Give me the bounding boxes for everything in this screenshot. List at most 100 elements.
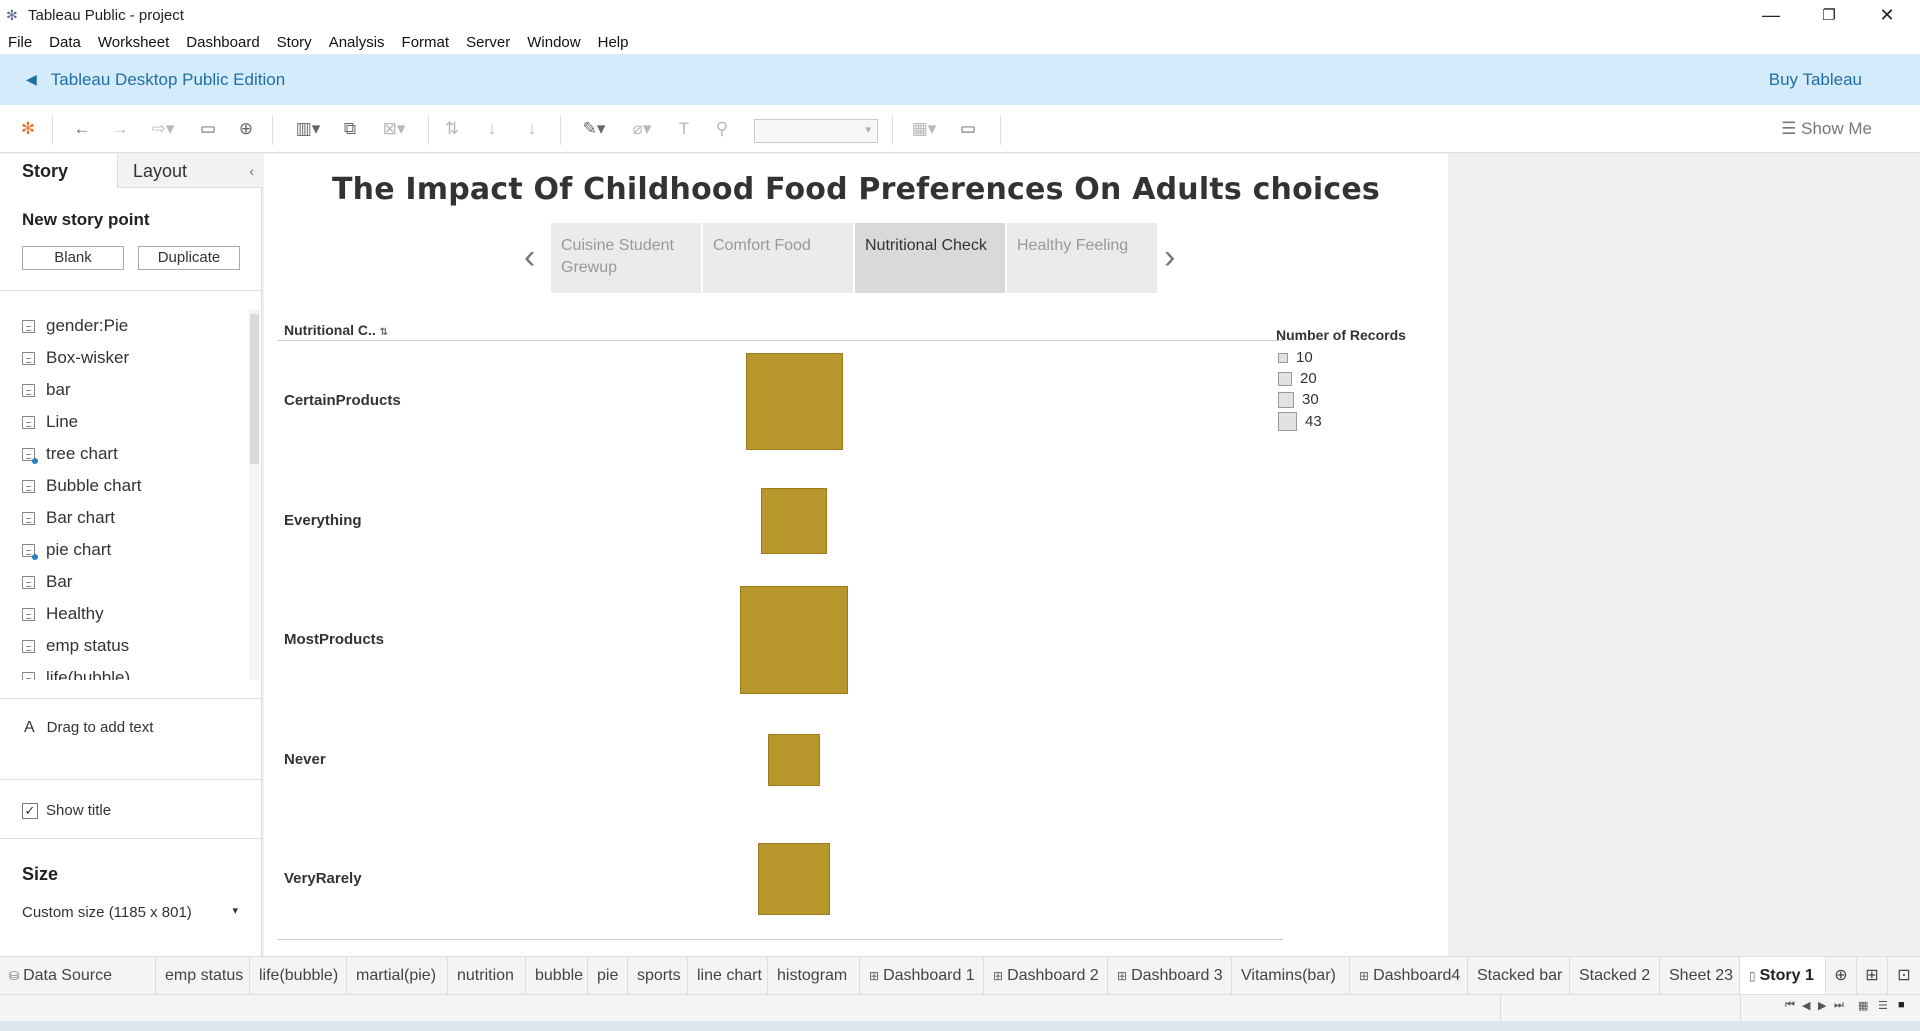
size-square-mark[interactable] xyxy=(740,586,848,694)
new-worksheet-icon[interactable]: ▥▾ xyxy=(288,117,328,141)
card-toggle-icon[interactable]: ▦▾ xyxy=(906,117,942,141)
minimize-button[interactable]: — xyxy=(1742,0,1800,30)
previous-point-icon[interactable]: ‹ xyxy=(524,240,535,274)
fit-combo[interactable] xyxy=(754,119,878,143)
menu-analysis[interactable]: Analysis xyxy=(329,34,385,51)
replay-icon[interactable]: ⇨▾ xyxy=(146,117,180,141)
new-dashboard-tab-icon[interactable]: ⊞ xyxy=(1857,957,1888,995)
next-point-icon[interactable]: › xyxy=(1164,240,1175,274)
show-me-button[interactable]: ☰ Show Me xyxy=(1781,117,1872,141)
size-square-mark[interactable] xyxy=(758,843,830,915)
last-sheet-icon[interactable]: ⏭ xyxy=(1834,999,1844,1012)
buy-tableau-link[interactable]: Buy Tableau xyxy=(1769,70,1862,90)
menu-dashboard[interactable]: Dashboard xyxy=(186,34,259,51)
sheet-tab[interactable]: Sheet 23 xyxy=(1660,957,1740,995)
sort-ascending-icon[interactable]: ↓ xyxy=(480,117,504,141)
size-square-mark[interactable] xyxy=(761,487,827,554)
labels-icon[interactable]: T xyxy=(672,117,696,141)
list-item[interactable]: Bar chart xyxy=(0,502,248,534)
group-icon[interactable]: ⌀▾ xyxy=(624,117,660,141)
tab-story[interactable]: Story xyxy=(0,154,117,188)
sheet-tab[interactable]: emp status xyxy=(156,957,250,995)
clear-sheet-icon[interactable]: ⊠▾ xyxy=(376,117,412,141)
dashboard-tab[interactable]: ⊞ Dashboard 2 xyxy=(984,957,1108,995)
presentation-mode-icon[interactable]: ▭ xyxy=(956,117,980,141)
sheet-tab[interactable]: sports xyxy=(628,957,688,995)
new-worksheet-tab-icon[interactable]: ⊕ xyxy=(1826,957,1857,995)
tableau-start-icon[interactable]: ✻ xyxy=(18,117,38,141)
list-item[interactable]: Line xyxy=(0,406,248,438)
legend-item[interactable]: 20 xyxy=(1278,370,1317,387)
dashboard-tab[interactable]: ⊞ Dashboard4 xyxy=(1350,957,1468,995)
undo-icon[interactable]: ← xyxy=(70,117,94,141)
size-square-mark[interactable] xyxy=(768,733,820,786)
sheet-tab[interactable]: Vitamins(bar) xyxy=(1232,957,1350,995)
save-icon[interactable]: ▭ xyxy=(196,117,220,141)
tabs-view-icon[interactable]: ■ xyxy=(1898,999,1905,1011)
story-point-2[interactable]: Comfort Food xyxy=(703,223,853,293)
list-item[interactable]: Healthy xyxy=(0,598,248,630)
size-select[interactable]: Custom size (1185 x 801) ▾ xyxy=(22,904,238,921)
sheet-tab[interactable]: pie xyxy=(588,957,628,995)
redo-icon[interactable]: → xyxy=(108,117,132,141)
swap-icon[interactable]: ⇅ xyxy=(440,117,464,141)
list-item[interactable]: Box-wisker xyxy=(0,342,248,374)
dashboard-tab[interactable]: ⊞ Dashboard 1 xyxy=(860,957,984,995)
close-button[interactable]: ✕ xyxy=(1858,0,1916,30)
story-tab[interactable]: ▯ Story 1 xyxy=(1740,957,1826,995)
drag-text-item[interactable]: A Drag to add text xyxy=(24,719,153,737)
list-item[interactable]: gender:Pie xyxy=(0,310,248,342)
sheet-tab[interactable]: martial(pie) xyxy=(347,957,448,995)
list-item[interactable]: tree chart xyxy=(0,438,248,470)
sheet-sorter-icon[interactable]: ▦ xyxy=(1858,999,1868,1012)
list-item[interactable]: emp status xyxy=(0,630,248,662)
pin-icon[interactable]: ⚲ xyxy=(710,117,734,141)
story-point-3[interactable]: Nutritional Check xyxy=(855,223,1005,293)
duplicate-sheet-icon[interactable]: ⧉ xyxy=(338,117,362,141)
menu-story[interactable]: Story xyxy=(277,34,312,51)
highlight-icon[interactable]: ✎▾ xyxy=(576,117,612,141)
legend-item[interactable]: 10 xyxy=(1278,349,1313,366)
sheet-tab[interactable]: line chart xyxy=(688,957,768,995)
sheet-tab[interactable]: histogram xyxy=(768,957,860,995)
menu-data[interactable]: Data xyxy=(49,34,81,51)
list-item[interactable]: bar xyxy=(0,374,248,406)
sheet-tab[interactable]: nutrition xyxy=(448,957,526,995)
menu-file[interactable]: File xyxy=(8,34,32,51)
dashboard-tab[interactable]: ⊞ Dashboard 3 xyxy=(1108,957,1232,995)
story-point-4[interactable]: Healthy Feeling xyxy=(1007,223,1157,293)
sheet-tab[interactable]: life(bubble) xyxy=(250,957,347,995)
collapse-chevron-icon[interactable]: ‹ xyxy=(249,154,254,188)
list-item[interactable]: Bubble chart xyxy=(0,470,248,502)
menu-help[interactable]: Help xyxy=(598,34,629,51)
sort-descending-icon[interactable]: ↓ xyxy=(520,117,544,141)
filmstrip-icon[interactable]: ☰ xyxy=(1878,999,1888,1012)
tab-data-source[interactable]: ⛁ Data Source xyxy=(0,957,156,995)
sheet-list-scrollbar[interactable] xyxy=(249,310,260,680)
maximize-button[interactable]: ❐ xyxy=(1800,0,1858,30)
sheet-tab[interactable]: Stacked bar xyxy=(1468,957,1570,995)
next-sheet-icon[interactable]: ▶ xyxy=(1818,999,1826,1012)
sheet-tab[interactable]: Stacked 2 xyxy=(1570,957,1660,995)
duplicate-button[interactable]: Duplicate xyxy=(138,246,240,270)
new-datasource-icon[interactable]: ⊕ xyxy=(234,117,258,141)
first-sheet-icon[interactable]: ⏮ xyxy=(1785,999,1795,1012)
legend-item[interactable]: 30 xyxy=(1278,391,1319,408)
menu-server[interactable]: Server xyxy=(466,34,510,51)
size-square-mark[interactable] xyxy=(745,352,843,450)
tab-layout[interactable]: Layout ‹ xyxy=(117,154,262,188)
list-item[interactable]: pie chart xyxy=(0,534,248,566)
new-story-tab-icon[interactable]: ⊡ xyxy=(1888,957,1920,995)
menu-worksheet[interactable]: Worksheet xyxy=(98,34,169,51)
menu-window[interactable]: Window xyxy=(527,34,580,51)
sort-icon[interactable]: ⇅ xyxy=(380,327,388,338)
menu-format[interactable]: Format xyxy=(402,34,450,51)
legend-item[interactable]: 43 xyxy=(1278,412,1322,431)
show-title-checkbox[interactable]: ✓ Show title xyxy=(22,802,111,819)
list-item[interactable]: life(bubble) xyxy=(0,662,248,680)
list-item[interactable]: Bar xyxy=(0,566,248,598)
sheet-tab[interactable]: bubble xyxy=(526,957,588,995)
blank-button[interactable]: Blank xyxy=(22,246,124,270)
previous-sheet-icon[interactable]: ◀ xyxy=(1802,999,1810,1012)
story-point-1[interactable]: Cuisine Student Grewup xyxy=(551,223,701,293)
